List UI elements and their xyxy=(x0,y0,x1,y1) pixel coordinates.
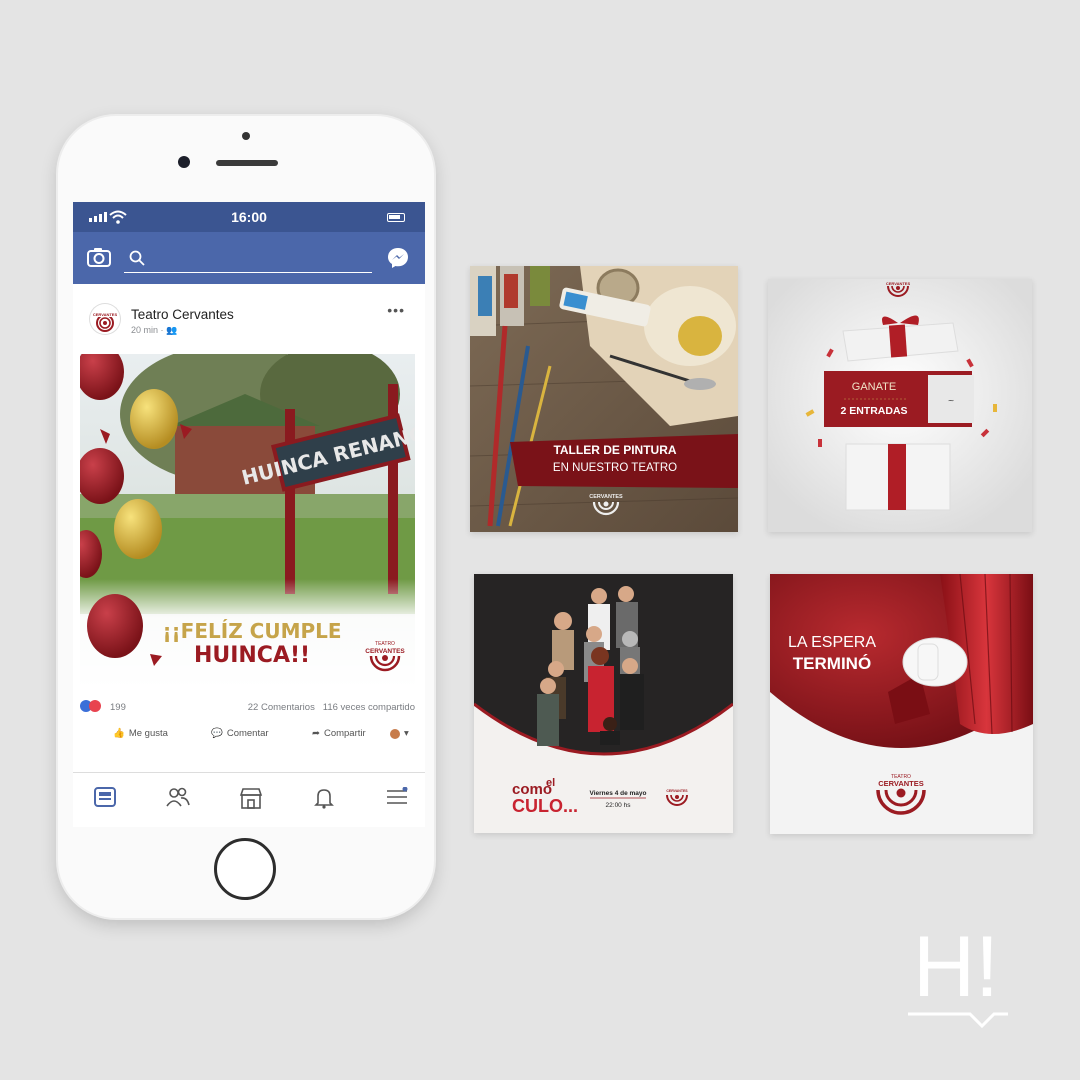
bell-icon[interactable] xyxy=(314,787,334,809)
painting-logo-name: CERVANTES xyxy=(589,494,623,500)
post-actions: 👍 Me gusta 💬 Comentar ➦ Compartir ▾ xyxy=(80,724,415,746)
giveaway-show-mark: ~ xyxy=(948,396,955,405)
curtain-line2: TERMINÓ xyxy=(793,654,871,673)
post-time: 20 min · 👥 xyxy=(131,325,178,335)
brand-mark-text: H! xyxy=(913,919,999,1015)
comment-button[interactable]: 💬 Comentar xyxy=(211,728,269,739)
avatar[interactable]: CERVANTES xyxy=(90,304,120,334)
curtain-graphic: LA ESPERA TERMINÓ TEATRO CERVANTES xyxy=(770,574,1033,834)
giveaway-line2: 2 ENTRADAS xyxy=(840,405,907,417)
speaker-grille xyxy=(216,160,278,166)
post-stats: 199 22 Comentarios 116 veces compartido xyxy=(80,700,415,716)
sensor xyxy=(242,132,250,140)
show-title-b: el xyxy=(546,777,555,789)
friends-icon: 👥 xyxy=(166,325,178,335)
curtain-line1: LA ESPERA xyxy=(788,634,876,651)
share-icon: ➦ xyxy=(312,728,320,739)
brand-h-logo: H! xyxy=(908,919,1008,1029)
card-show[interactable]: como el CULO... Viernes 4 de mayo 22:00 … xyxy=(474,574,733,833)
news-feed-icon[interactable] xyxy=(94,787,116,807)
status-bar: 16:00 xyxy=(73,202,425,232)
share-label: Compartir xyxy=(323,728,366,739)
chevron-down-icon: ▾ xyxy=(404,728,409,739)
post-time-text: 20 min xyxy=(131,325,159,335)
show-date: Viernes 4 de mayo xyxy=(590,790,647,797)
avatar-mini-icon xyxy=(390,728,400,739)
show-logo-name: CERVANTES xyxy=(666,789,688,793)
bottom-nav xyxy=(73,772,425,827)
giveaway-graphic: CERVANTES ~ GANATE 2 ENTRADAS xyxy=(768,279,1032,532)
post-headline-2: HUINCA!! xyxy=(194,643,310,668)
show-graphic: como el CULO... Viernes 4 de mayo 22:00 … xyxy=(474,574,733,833)
card-curtain[interactable]: LA ESPERA TERMINÓ TEATRO CERVANTES xyxy=(770,574,1033,834)
fb-top-bar xyxy=(73,232,425,284)
home-button[interactable] xyxy=(214,838,276,900)
messenger-icon[interactable] xyxy=(386,246,410,270)
comment-label: Comentar xyxy=(226,728,269,739)
phone-mockup: 16:00 CERVANTES Teatro Cervantes 20 min … xyxy=(58,116,434,918)
share-button[interactable]: ➦ Compartir xyxy=(312,728,366,739)
camera-icon[interactable] xyxy=(87,247,111,267)
comments-count[interactable]: 22 Comentarios xyxy=(248,702,315,713)
status-time: 16:00 xyxy=(231,209,267,225)
curtain-logo-name: CERVANTES xyxy=(878,779,924,788)
page-name[interactable]: Teatro Cervantes xyxy=(131,307,234,322)
comment-icon: 💬 xyxy=(211,728,223,739)
marketplace-icon[interactable] xyxy=(239,787,263,809)
post-logo-top: TEATRO xyxy=(375,641,395,647)
giveaway-line1: GANATE xyxy=(852,381,896,393)
shares-count[interactable]: 116 veces compartido xyxy=(323,702,415,713)
show-time: 22:00 hs xyxy=(606,802,632,809)
birthday-graphic: HUINCA RENANCO ¡¡FELÍZ CUMPLE HUINCA!! T… xyxy=(80,354,415,689)
show-title-c: CULO... xyxy=(512,796,578,816)
like-label: Me gusta xyxy=(128,728,168,739)
like-button[interactable]: 👍 Me gusta xyxy=(113,728,168,739)
front-camera xyxy=(178,156,190,168)
card-painting-workshop[interactable]: TALLER DE PINTURA EN NUESTRO TEATRO CERV… xyxy=(470,266,738,532)
painting-line1: TALLER DE PINTURA xyxy=(553,443,676,457)
painting-line2: EN NUESTRO TEATRO xyxy=(553,462,677,474)
avatar-logo-text: CERVANTES xyxy=(93,312,118,317)
post-header: CERVANTES Teatro Cervantes 20 min · 👥 ••… xyxy=(73,284,425,344)
reactions-count[interactable]: 199 xyxy=(110,702,126,713)
post-headline-1: ¡¡FELÍZ CUMPLE xyxy=(162,619,341,643)
search-icon[interactable] xyxy=(129,250,145,266)
search-input[interactable] xyxy=(124,272,372,273)
thumbs-up-icon: 👍 xyxy=(113,728,125,739)
phone-screen: 16:00 CERVANTES Teatro Cervantes 20 min … xyxy=(73,202,425,827)
more-options-icon[interactable]: ••• xyxy=(387,302,405,318)
love-reaction-icon xyxy=(89,700,101,712)
giveaway-logo-name: CERVANTES xyxy=(886,281,911,286)
menu-icon[interactable] xyxy=(386,787,408,807)
teatro-logo-icon: CERVANTES xyxy=(93,312,118,332)
reaction-picker[interactable]: ▾ xyxy=(390,728,409,739)
battery-icon xyxy=(387,213,405,222)
feed-post: CERVANTES Teatro Cervantes 20 min · 👥 ••… xyxy=(73,284,425,739)
friends-icon[interactable] xyxy=(166,787,190,807)
painting-graphic: TALLER DE PINTURA EN NUESTRO TEATRO CERV… xyxy=(470,266,738,532)
post-image[interactable]: HUINCA RENANCO ¡¡FELÍZ CUMPLE HUINCA!! T… xyxy=(80,354,415,689)
post-logo-name: CERVANTES xyxy=(365,648,405,655)
comments-shares: 22 Comentarios 116 veces compartido xyxy=(248,702,415,713)
card-giveaway[interactable]: CERVANTES ~ GANATE 2 ENTRADAS xyxy=(768,279,1032,532)
